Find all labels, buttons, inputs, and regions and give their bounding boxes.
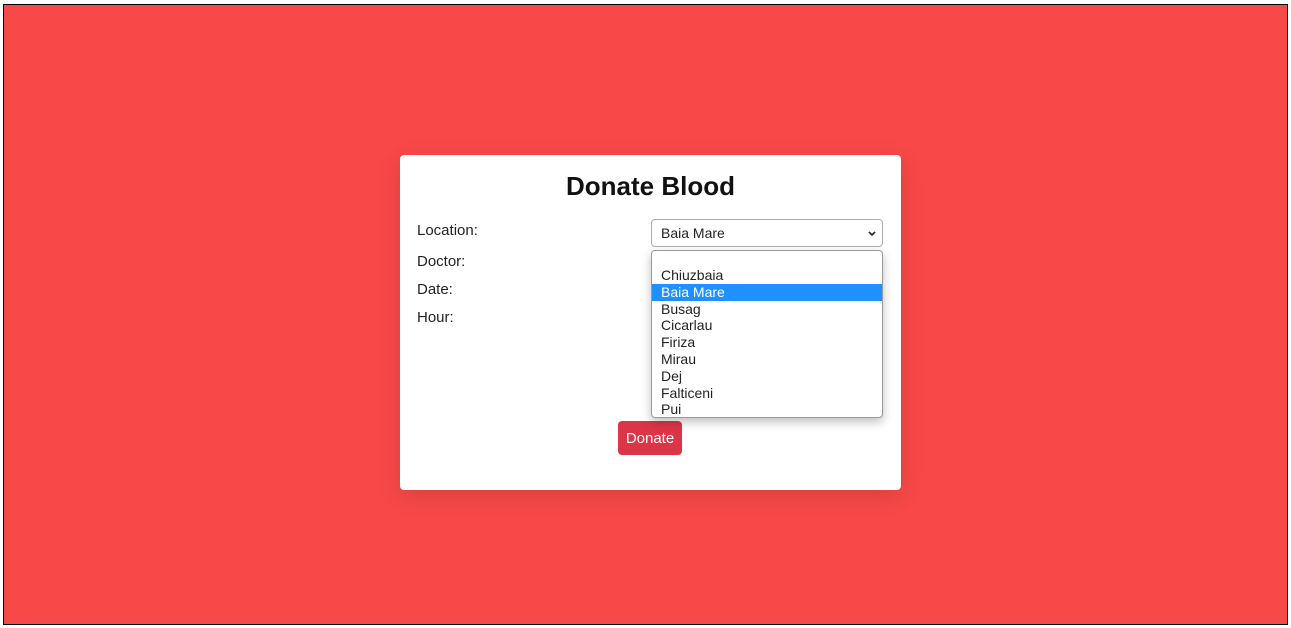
date-label: Date: [417, 281, 453, 298]
location-option[interactable]: Mirau [652, 351, 882, 368]
location-option[interactable]: Falticeni [652, 385, 882, 402]
location-option[interactable]: Busag [652, 301, 882, 318]
page-background: Donate Blood Location: Doctor: Date: Hou… [3, 4, 1288, 625]
location-option[interactable]: Dej [652, 368, 882, 385]
doctor-label: Doctor: [417, 253, 466, 270]
donate-button[interactable]: Donate [618, 421, 682, 455]
location-option[interactable]: Firiza [652, 334, 882, 351]
location-select-value: Baia Mare [661, 225, 725, 241]
hour-label: Hour: [417, 309, 454, 326]
page-title: Donate Blood [566, 171, 735, 201]
location-option[interactable]: Cicarlau [652, 317, 882, 334]
location-option[interactable]: Chiuzbaia [652, 267, 882, 284]
chevron-down-icon [868, 231, 876, 237]
location-option-selected[interactable]: Baia Mare [652, 283, 882, 301]
donate-form-card: Donate Blood Location: Doctor: Date: Hou… [400, 155, 901, 490]
location-dropdown-list[interactable]: Chiuzbaia Baia Mare Busag Cicarlau Firiz… [651, 250, 883, 418]
location-option[interactable]: Pui [652, 401, 882, 418]
location-select[interactable]: Baia Mare [651, 219, 883, 247]
location-label: Location: [417, 222, 478, 239]
